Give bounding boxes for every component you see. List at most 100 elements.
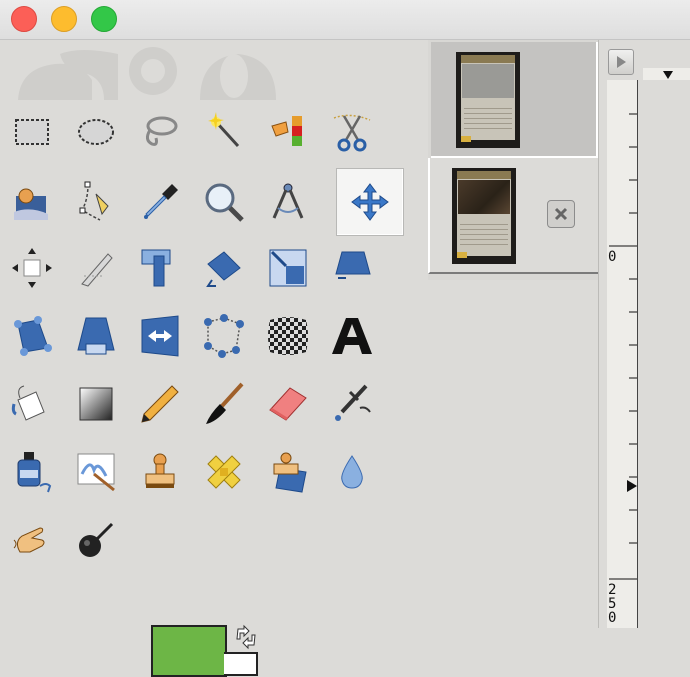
- navigate-menu-button[interactable]: [608, 49, 634, 75]
- lasso-icon: [145, 116, 178, 146]
- shear-tool[interactable]: [256, 236, 320, 300]
- dodge-burn-tool[interactable]: [64, 508, 128, 572]
- ruler-label: 5: [608, 596, 617, 612]
- eraser-tool[interactable]: [256, 372, 320, 436]
- close-icon: [554, 207, 568, 221]
- pencil-tool[interactable]: [128, 372, 192, 436]
- smudge-finger-icon: [13, 527, 45, 553]
- zoom-tool[interactable]: [192, 170, 256, 234]
- paths-tool[interactable]: [64, 170, 128, 234]
- rotate-tool[interactable]: [128, 236, 192, 300]
- minimize-window-button[interactable]: [51, 6, 77, 32]
- perspective-icon: [335, 251, 371, 279]
- airbrush-icon: [335, 384, 371, 421]
- fuzzy-select-tool[interactable]: [192, 100, 256, 164]
- heal-tool[interactable]: [192, 440, 256, 504]
- zoom-window-button[interactable]: [91, 6, 117, 32]
- crop-tool[interactable]: [64, 236, 128, 300]
- measure-tool[interactable]: [256, 170, 320, 234]
- text-a-icon: [332, 318, 372, 354]
- foreground-color-swatch[interactable]: [151, 625, 227, 677]
- paint-bucket-icon: [11, 385, 45, 421]
- perspective-clone-stamp-tool[interactable]: [256, 440, 320, 504]
- paintbrush-icon: [206, 382, 244, 424]
- cage-transform-tool[interactable]: [192, 304, 256, 368]
- perspective-clone-icon: [77, 317, 115, 355]
- blend-tool[interactable]: [64, 372, 128, 436]
- paintbrush-tool[interactable]: [192, 372, 256, 436]
- ruler-label: 0: [608, 610, 617, 626]
- cage-icon: [204, 314, 244, 358]
- flip-tool[interactable]: [128, 304, 192, 368]
- mypaint-brush-icon: [77, 453, 115, 492]
- scissors-select-tool[interactable]: [320, 100, 384, 164]
- ellipse-select-icon: [78, 119, 114, 145]
- canvas-area: 0 2 5 0: [598, 40, 690, 628]
- pencil-icon: [141, 385, 179, 423]
- bucket-fill-tool[interactable]: [0, 372, 64, 436]
- move-tool[interactable]: [336, 168, 404, 236]
- align-icon: [12, 248, 52, 288]
- warp-transform-tool[interactable]: [256, 304, 320, 368]
- foreground-select-icon: [14, 188, 48, 220]
- magnifier-icon: [205, 183, 244, 222]
- clone-stamp-icon: [145, 453, 175, 488]
- water-drop-icon: [341, 455, 363, 489]
- warp-icon: [268, 317, 308, 355]
- by-color-select-tool[interactable]: [256, 100, 320, 164]
- unified-transform-tool[interactable]: [0, 304, 64, 368]
- perspective-clone-tool[interactable]: [64, 304, 128, 368]
- perspective-tool[interactable]: [320, 236, 384, 300]
- airbrush-tool[interactable]: [320, 372, 384, 436]
- ruler-label: 2: [608, 582, 617, 598]
- select-by-color-icon: [271, 116, 302, 146]
- close-window-button[interactable]: [11, 6, 37, 32]
- image-thumbnail-2[interactable]: [428, 158, 598, 274]
- mypaint-brush-tool[interactable]: [64, 440, 128, 504]
- color-picker-tool[interactable]: [128, 170, 192, 234]
- card-thumbnail: [456, 52, 520, 148]
- crop-knife-icon: [81, 253, 113, 287]
- image-canvas[interactable]: [638, 80, 690, 628]
- unified-transform-icon: [14, 316, 52, 356]
- compass-icon: [272, 183, 304, 219]
- wilber-decoration-icon: [18, 47, 276, 100]
- ink-tool[interactable]: [0, 440, 64, 504]
- flip-icon: [141, 315, 179, 357]
- alignment-tool[interactable]: [0, 236, 64, 300]
- rotate-icon: [141, 249, 171, 287]
- clone-tool[interactable]: [128, 440, 192, 504]
- move-arrows-icon: [351, 183, 389, 221]
- ellipse-select-tool[interactable]: [64, 100, 128, 164]
- pen-path-icon: [79, 181, 109, 221]
- close-image-button[interactable]: [547, 200, 575, 228]
- gradient-icon: [79, 387, 113, 421]
- perspective-clone-stamp-icon: [273, 452, 307, 493]
- dodge-burn-icon: [79, 522, 114, 557]
- vertical-ruler[interactable]: 0 2 5 0: [607, 80, 638, 628]
- scale-icon: [206, 251, 241, 287]
- rect-select-tool[interactable]: [0, 100, 64, 164]
- ruler-label: 0: [608, 249, 617, 265]
- swap-colors-icon[interactable]: [232, 623, 260, 651]
- text-tool[interactable]: [320, 304, 384, 368]
- smudge-tool[interactable]: [0, 508, 64, 572]
- background-color-swatch[interactable]: [224, 652, 258, 676]
- scissors-icon: [333, 114, 371, 152]
- eyedropper-icon: [144, 184, 178, 219]
- toolbox-panel: [0, 40, 428, 677]
- vertical-ruler-ticks: [609, 113, 637, 580]
- window-titlebar: [0, 0, 690, 40]
- scale-tool[interactable]: [192, 236, 256, 300]
- card-thumbnail: [452, 168, 516, 264]
- magic-wand-icon: [208, 112, 240, 148]
- images-panel: [428, 40, 598, 280]
- bandage-icon: [207, 455, 241, 489]
- ink-icon: [17, 452, 52, 493]
- blur-sharpen-tool[interactable]: [320, 440, 384, 504]
- free-select-tool[interactable]: [128, 100, 192, 164]
- rect-select-icon: [15, 119, 49, 145]
- eraser-icon: [269, 387, 307, 421]
- foreground-select-tool[interactable]: [0, 170, 64, 234]
- image-thumbnail-1[interactable]: [431, 42, 598, 158]
